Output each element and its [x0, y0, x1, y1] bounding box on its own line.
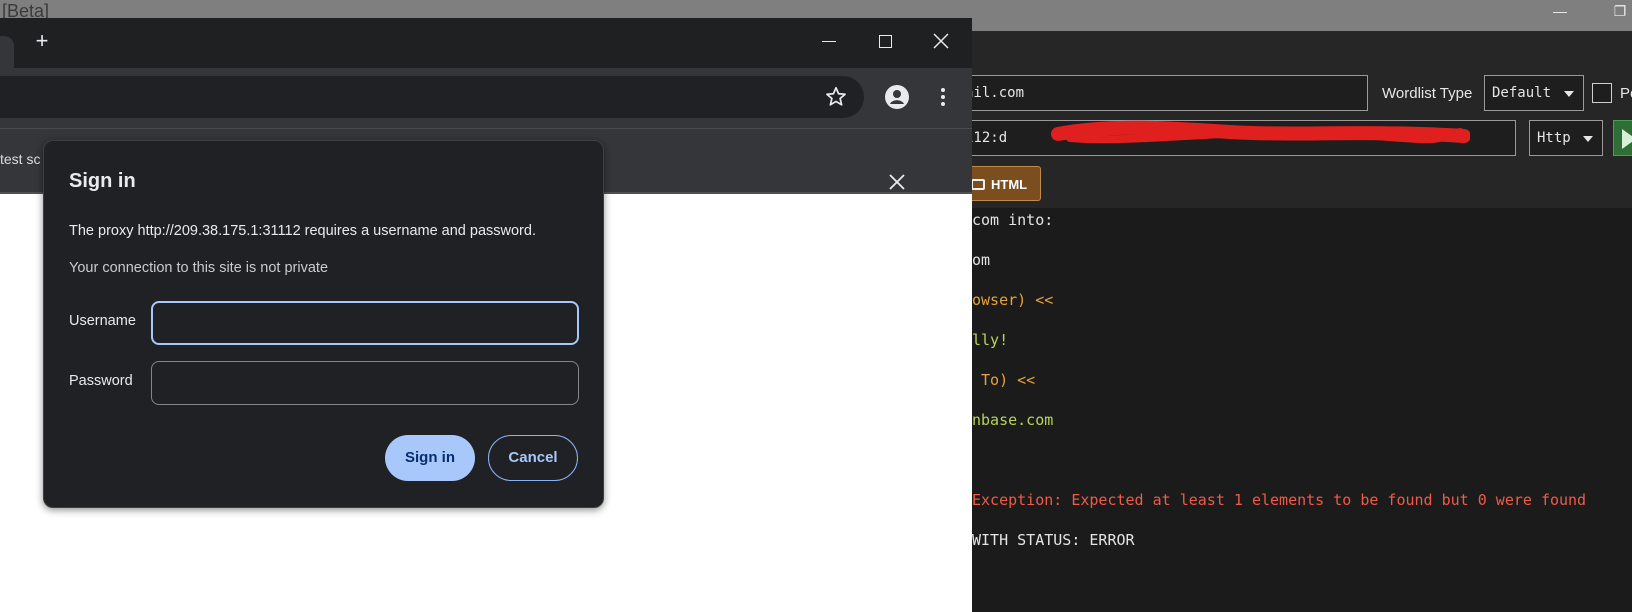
cancel-button[interactable]: Cancel — [488, 435, 578, 481]
background-restore-button[interactable]: ❐ — [1600, 0, 1632, 24]
log-line: lly! — [972, 331, 1009, 349]
window-icon — [971, 179, 985, 190]
profile-avatar-icon[interactable] — [882, 82, 912, 112]
chevron-down-icon — [1583, 136, 1593, 142]
proxy-auth-dialog: Sign in The proxy http://209.38.175.1:31… — [43, 140, 905, 508]
password-field[interactable] — [151, 361, 579, 405]
log-line: owser) << — [972, 291, 1054, 309]
chevron-down-icon — [1564, 91, 1574, 97]
wordlist-type-value: Default — [1492, 85, 1552, 101]
new-tab-button[interactable]: + — [28, 27, 56, 55]
log-line: com into: — [972, 211, 1054, 229]
address-bar[interactable] — [0, 76, 864, 118]
options-checkbox[interactable] — [1592, 83, 1612, 103]
bookmark-item[interactable]: test sc — [0, 151, 40, 167]
maximize-button[interactable] — [862, 26, 908, 56]
browser-window: + test sc Sign in The proxy http://209.3… — [0, 18, 972, 612]
close-icon — [933, 33, 949, 49]
log-line: Exception: Expected at least 1 elements … — [972, 491, 1587, 509]
options-checkbox-label: Pe — [1620, 85, 1632, 102]
browser-toolbar — [0, 68, 972, 128]
tab-strip: + — [0, 18, 972, 68]
protocol-select[interactable]: Http — [1529, 120, 1603, 156]
email-field[interactable]: ail.com — [960, 75, 1368, 111]
more-options-icon[interactable] — [928, 82, 958, 112]
wordlist-type-select[interactable]: Default — [1484, 75, 1584, 111]
protocol-value: Http — [1537, 130, 1571, 146]
close-window-button[interactable] — [918, 26, 964, 56]
play-icon — [1622, 129, 1632, 149]
dialog-message: The proxy http://209.38.175.1:31112 requ… — [69, 223, 536, 239]
username-field[interactable] — [151, 301, 579, 345]
log-line: nbase.com — [972, 411, 1054, 429]
browser-tab[interactable] — [0, 36, 14, 68]
dialog-security-note: Your connection to this site is not priv… — [69, 260, 329, 276]
log-line: To) << — [972, 371, 1036, 389]
wordlist-type-label: Wordlist Type — [1382, 85, 1473, 102]
log-line: om — [972, 251, 991, 269]
sign-in-button[interactable]: Sign in — [385, 435, 475, 481]
redaction-scribble — [1051, 120, 1470, 144]
run-button[interactable] — [1613, 120, 1632, 156]
background-minimize-button[interactable]: — — [1540, 0, 1580, 24]
bookmark-star-icon[interactable] — [823, 84, 849, 110]
username-label: Username — [69, 313, 136, 329]
html-button[interactable]: HTML — [960, 166, 1041, 201]
dialog-close-icon[interactable] — [884, 169, 910, 195]
log-line: WITH STATUS: ERROR — [972, 531, 1135, 549]
minimize-button[interactable] — [806, 26, 852, 56]
password-label: Password — [69, 373, 133, 389]
dialog-title: Sign in — [69, 170, 136, 192]
html-button-label: HTML — [991, 177, 1028, 192]
